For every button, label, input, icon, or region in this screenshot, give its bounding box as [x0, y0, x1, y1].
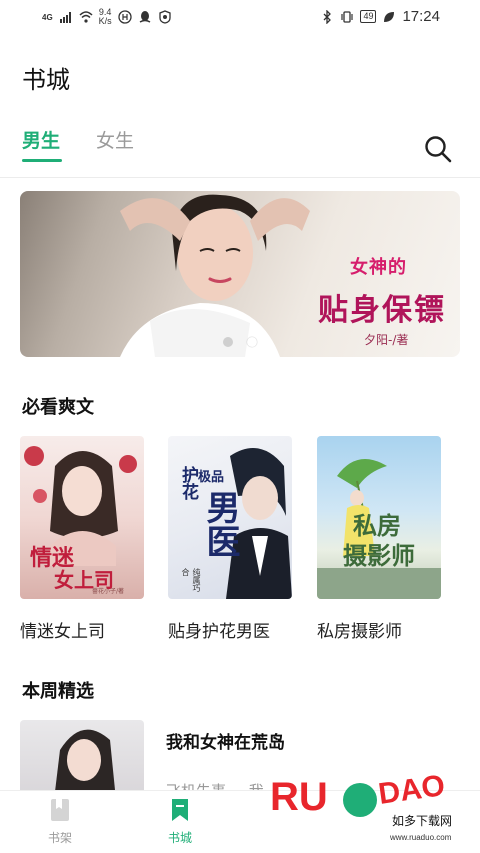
banner-dot-1[interactable] — [223, 337, 233, 347]
bookshelf-icon — [51, 799, 69, 821]
weekly-book-title: 我和女神在荒岛 — [166, 733, 285, 753]
banner-pagination — [20, 337, 460, 347]
nav-bookstore-label: 书城 — [167, 831, 192, 845]
page-title: 书城 — [22, 66, 70, 94]
book-cover: 护花 极品 男医 纯属巧合 — [168, 436, 292, 599]
book-title: 贴身护花男医 — [168, 622, 270, 642]
status-left: 4G 9.4 K/s — [42, 8, 172, 26]
status-bar: 4G 9.4 K/s 49 17:24 — [0, 0, 480, 36]
book-card[interactable]: 护花 极品 男医 纯属巧合 贴身护花男医 — [168, 436, 292, 642]
status-right: 49 17:24 — [320, 8, 440, 25]
book-title: 私房摄影师 — [317, 622, 402, 642]
book-card[interactable]: 私房 摄影师 私房摄影师 — [317, 436, 441, 642]
wifi-icon — [79, 11, 93, 23]
cover-title-b: 摄影师 — [343, 541, 415, 570]
header-divider — [0, 177, 480, 178]
shield-app-icon — [159, 10, 171, 24]
svg-text:DAO: DAO — [376, 770, 447, 811]
app-notification-icon — [118, 10, 132, 24]
cover-author: 蔷花小子/著 — [92, 588, 125, 595]
tab-female-label: 女生 — [96, 130, 135, 152]
qq-icon — [139, 11, 151, 23]
book-cover — [20, 720, 144, 800]
clock: 17:24 — [402, 8, 440, 25]
svg-text:如多下载网: 如多下载网 — [392, 813, 452, 828]
search-icon[interactable] — [423, 134, 453, 164]
bookstore-icon — [172, 799, 188, 821]
tab-male-label: 男生 — [22, 130, 61, 152]
banner-title-main: 贴身保镖 — [318, 293, 446, 328]
book-cover: 私房 摄影师 — [317, 436, 441, 599]
cover-subtitle: 纯属巧合 — [181, 568, 201, 592]
banner-dot-2[interactable] — [247, 337, 257, 347]
nav-bookstore[interactable]: 书城 — [140, 797, 220, 846]
leaf-icon — [384, 11, 395, 22]
site-watermark-logo: RU DAO 如多下载网 www.ruaduo.com — [270, 770, 472, 842]
book-title: 情迷女上司 — [20, 622, 105, 642]
bluetooth-icon — [323, 9, 332, 24]
cover-title-c: 男医 — [200, 490, 240, 558]
banner-title-top: 女神的 — [350, 257, 407, 278]
banner-cover-illustration — [120, 194, 310, 357]
speed-unit: K/s — [98, 16, 112, 26]
section-title-must-read: 必看爽文 — [22, 397, 94, 418]
tab-female[interactable]: 女生 — [96, 126, 134, 160]
tab-male[interactable]: 男生 — [22, 126, 62, 162]
book-cover: 情迷 女上司 蔷花小子/著 — [20, 436, 144, 599]
signal-text: 4G — [42, 12, 53, 22]
svg-text:RU: RU — [270, 775, 328, 819]
book-card[interactable]: 情迷 女上司 蔷花小子/著 情迷女上司 — [20, 436, 144, 642]
nav-bookshelf-label: 书架 — [47, 831, 72, 845]
battery-level: 49 — [360, 10, 377, 23]
cover-title-b: 极品 — [198, 470, 225, 485]
svg-text:www.ruaduo.com: www.ruaduo.com — [389, 833, 452, 842]
vibrate-icon — [341, 10, 354, 23]
nav-bookshelf[interactable]: 书架 — [20, 797, 100, 846]
gender-tabs: 男生 女生 — [22, 126, 134, 166]
network-speed: 9.4 K/s — [99, 8, 112, 26]
section-title-weekly: 本周精选 — [22, 681, 94, 702]
tab-indicator — [22, 159, 62, 162]
signal-icon — [59, 12, 71, 23]
featured-banner[interactable]: 女神的 贴身保镖 夕阳-/著 — [20, 191, 460, 357]
book-cover-illustration — [54, 729, 116, 800]
